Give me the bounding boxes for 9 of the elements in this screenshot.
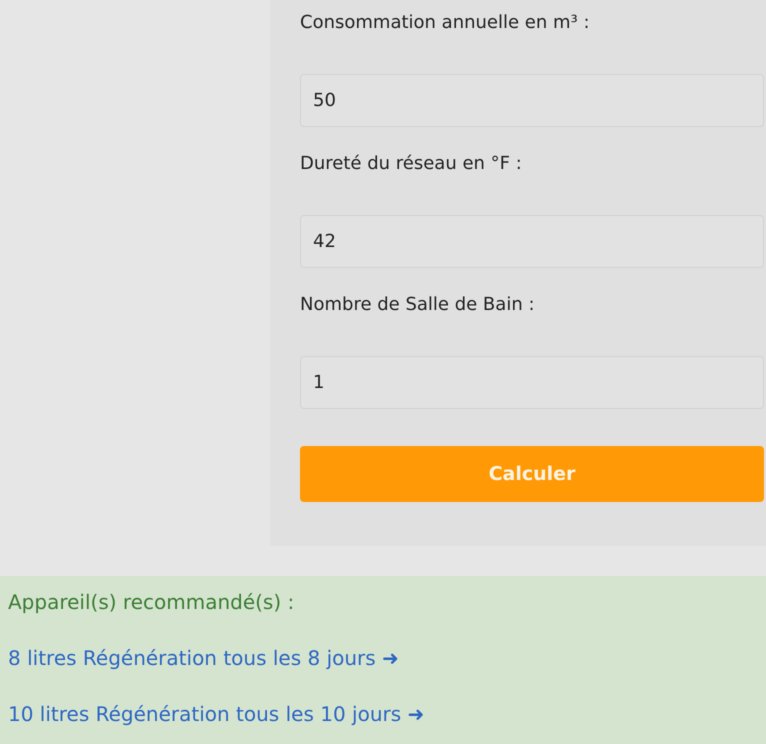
product-link[interactable]: 10 litres Régénération tous les 10 jours ➜ [8,702,424,726]
results-heading: Appareil(s) recommandé(s) : [8,590,296,614]
field-label: Consommation annuelle en m³ : [300,11,591,35]
input-field[interactable]: 50 [300,74,764,127]
field-label: Dureté du réseau en °F : [300,152,523,176]
input-field[interactable]: 1 [300,356,764,409]
input-field[interactable]: 42 [300,215,764,268]
product-link[interactable]: 8 litres Régénération tous les 8 jours ➜ [8,646,399,670]
field-label: Nombre de Salle de Bain : [300,293,536,317]
